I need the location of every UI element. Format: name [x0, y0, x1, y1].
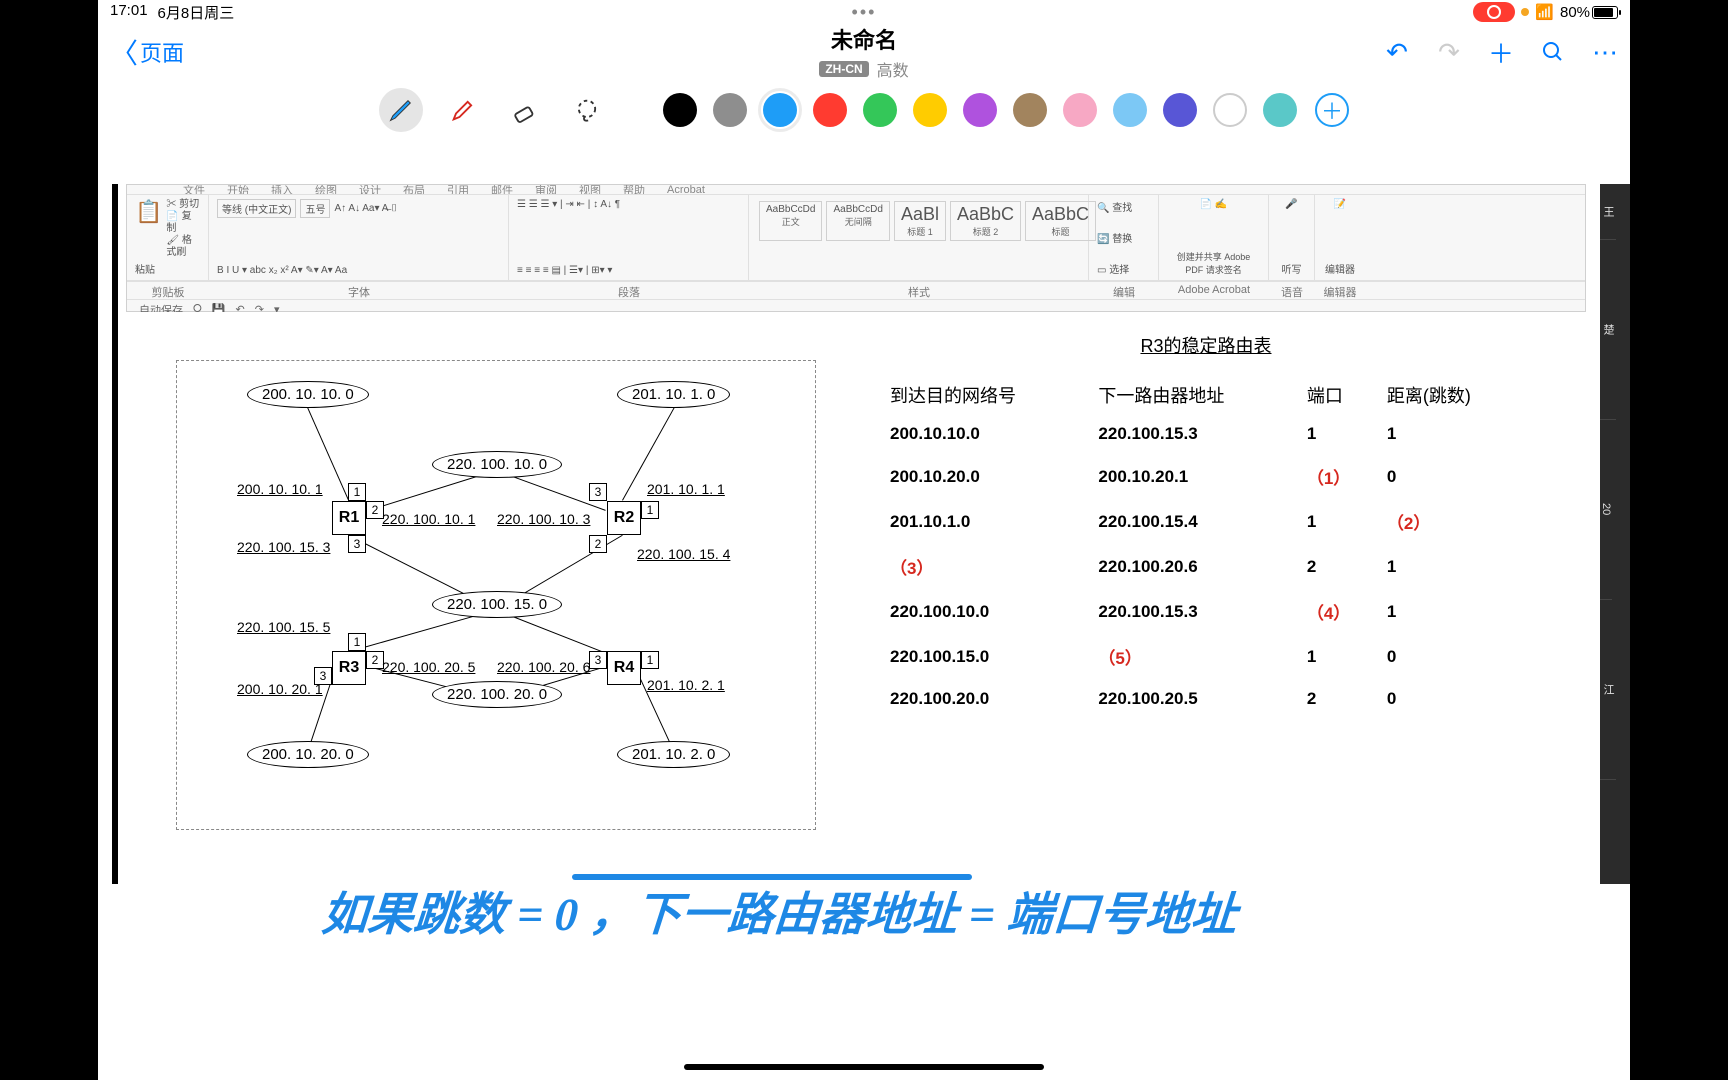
ip-label: 220. 100. 15. 3: [237, 539, 330, 555]
color-green[interactable]: [863, 93, 897, 127]
table-row: 220.100.20.0220.100.20.520: [886, 679, 1526, 719]
table-row: 220.100.10.0220.100.15.3（4）1: [886, 589, 1526, 634]
status-date: 6月8日周三: [158, 2, 235, 23]
routing-title: R3的稳定路由表: [886, 332, 1526, 358]
undo-icon[interactable]: ↶: [1384, 39, 1410, 65]
screen-record-pill[interactable]: [1473, 2, 1515, 22]
ip-label: 220. 100. 10. 1: [382, 511, 475, 527]
ip-label: 201. 10. 1. 1: [647, 481, 725, 497]
router-R2: R2: [607, 501, 641, 535]
chevron-left-icon: 〈: [110, 32, 138, 72]
redo-icon: ↷: [1436, 39, 1462, 65]
multitask-dots[interactable]: •••: [613, 2, 1116, 23]
doc-title[interactable]: 未命名: [613, 23, 1116, 55]
color-pink[interactable]: [1063, 93, 1097, 127]
router-R3: R3: [332, 651, 366, 685]
subject-label: 高数: [877, 57, 909, 81]
color-white[interactable]: [1213, 93, 1247, 127]
port-number: 3: [589, 483, 607, 501]
table-row: 201.10.1.0220.100.15.41（2）: [886, 499, 1526, 544]
table-row: 200.10.10.0220.100.15.311: [886, 414, 1526, 454]
lang-badge: ZH-CN: [819, 61, 868, 77]
tool-row: ＋: [98, 80, 1630, 140]
highlighter-tool[interactable]: [441, 88, 485, 132]
color-sky[interactable]: [1113, 93, 1147, 127]
handwriting-text: 如果跳数 = 0 ，下一路由器地址 = 端口号地址: [320, 878, 1240, 944]
ip-label: 201. 10. 2. 1: [647, 677, 725, 693]
routing-table: R3的稳定路由表 到达目的网络号下一路由器地址端口距离(跳数) 200.10.1…: [886, 332, 1526, 719]
ip-label: 200. 10. 10. 1: [237, 481, 323, 497]
table-row: 200.10.20.0200.10.20.1（1）0: [886, 454, 1526, 499]
network-ellipse: 220. 100. 20. 0: [432, 681, 562, 708]
video-sidebar: 王 楚 20 江: [1600, 184, 1630, 884]
ip-label: 220. 100. 15. 4: [637, 546, 730, 562]
home-indicator[interactable]: [684, 1064, 1044, 1070]
color-black[interactable]: [663, 93, 697, 127]
search-icon[interactable]: [1540, 39, 1566, 65]
network-ellipse: 200. 10. 10. 0: [247, 381, 369, 408]
document-surface: 200. 10. 10. 0 201. 10. 1. 0 220. 100. 10.…: [126, 312, 1586, 902]
network-ellipse: 201. 10. 2. 0: [617, 741, 730, 768]
more-icon[interactable]: ⋯: [1592, 39, 1618, 65]
color-indigo[interactable]: [1163, 93, 1197, 127]
network-ellipse: 220. 100. 15. 0: [432, 591, 562, 618]
color-purple[interactable]: [963, 93, 997, 127]
table-row: 220.100.15.0（5）10: [886, 634, 1526, 679]
port-number: 1: [348, 483, 366, 501]
back-button[interactable]: 〈 页面: [110, 32, 613, 72]
status-time: 17:01: [110, 2, 148, 23]
ip-label: 220. 100. 20. 5: [382, 659, 475, 675]
pen-tool[interactable]: [379, 88, 423, 132]
eraser-tool[interactable]: [503, 88, 547, 132]
status-bar: 17:01 6月8日周三 ••• 📶 80%: [98, 0, 1630, 24]
network-ellipse: 200. 10. 20. 0: [247, 741, 369, 768]
color-brown[interactable]: [1013, 93, 1047, 127]
color-red[interactable]: [813, 93, 847, 127]
table-row: （3）220.100.20.621: [886, 544, 1526, 589]
battery-icon: [1592, 6, 1618, 19]
port-number: 1: [641, 651, 659, 669]
lasso-tool[interactable]: [565, 88, 609, 132]
port-number: 1: [348, 633, 366, 651]
network-ellipse: 201. 10. 1. 0: [617, 381, 730, 408]
color-teal[interactable]: [1263, 93, 1297, 127]
port-number: 3: [589, 651, 607, 669]
network-diagram: 200. 10. 10. 0 201. 10. 1. 0 220. 100. 10.…: [176, 360, 816, 830]
color-yellow[interactable]: [913, 93, 947, 127]
battery-percent: 80%: [1560, 4, 1590, 21]
port-number: 1: [641, 501, 659, 519]
router-R1: R1: [332, 501, 366, 535]
add-color-button[interactable]: ＋: [1315, 93, 1349, 127]
add-icon[interactable]: ＋: [1488, 39, 1514, 65]
port-number: 3: [348, 535, 366, 553]
port-number: 2: [589, 535, 607, 553]
note-canvas[interactable]: 文件开始插入绘图设计布局引用邮件审阅视图帮助Acrobat 📋 ✂ 剪切📄 复制…: [112, 180, 1630, 1080]
ip-label: 220. 100. 10. 3: [497, 511, 590, 527]
ip-label: 220. 100. 15. 5: [237, 619, 330, 635]
ip-label: 220. 100. 20. 6: [497, 659, 590, 675]
color-gray[interactable]: [713, 93, 747, 127]
ip-label: 200. 10. 20. 1: [237, 681, 323, 697]
left-edge: [112, 184, 118, 884]
nav-bar: 〈 页面 未命名 ZH-CN 高数 ↶ ↷ ＋ ⋯: [98, 24, 1630, 80]
color-blue[interactable]: [763, 93, 797, 127]
word-ribbon-image: 文件开始插入绘图设计布局引用邮件审阅视图帮助Acrobat 📋 ✂ 剪切📄 复制…: [126, 184, 1586, 312]
network-ellipse: 220. 100. 10. 0: [432, 451, 562, 478]
back-label: 页面: [140, 36, 184, 68]
mic-indicator-icon: [1521, 8, 1529, 16]
router-R4: R4: [607, 651, 641, 685]
